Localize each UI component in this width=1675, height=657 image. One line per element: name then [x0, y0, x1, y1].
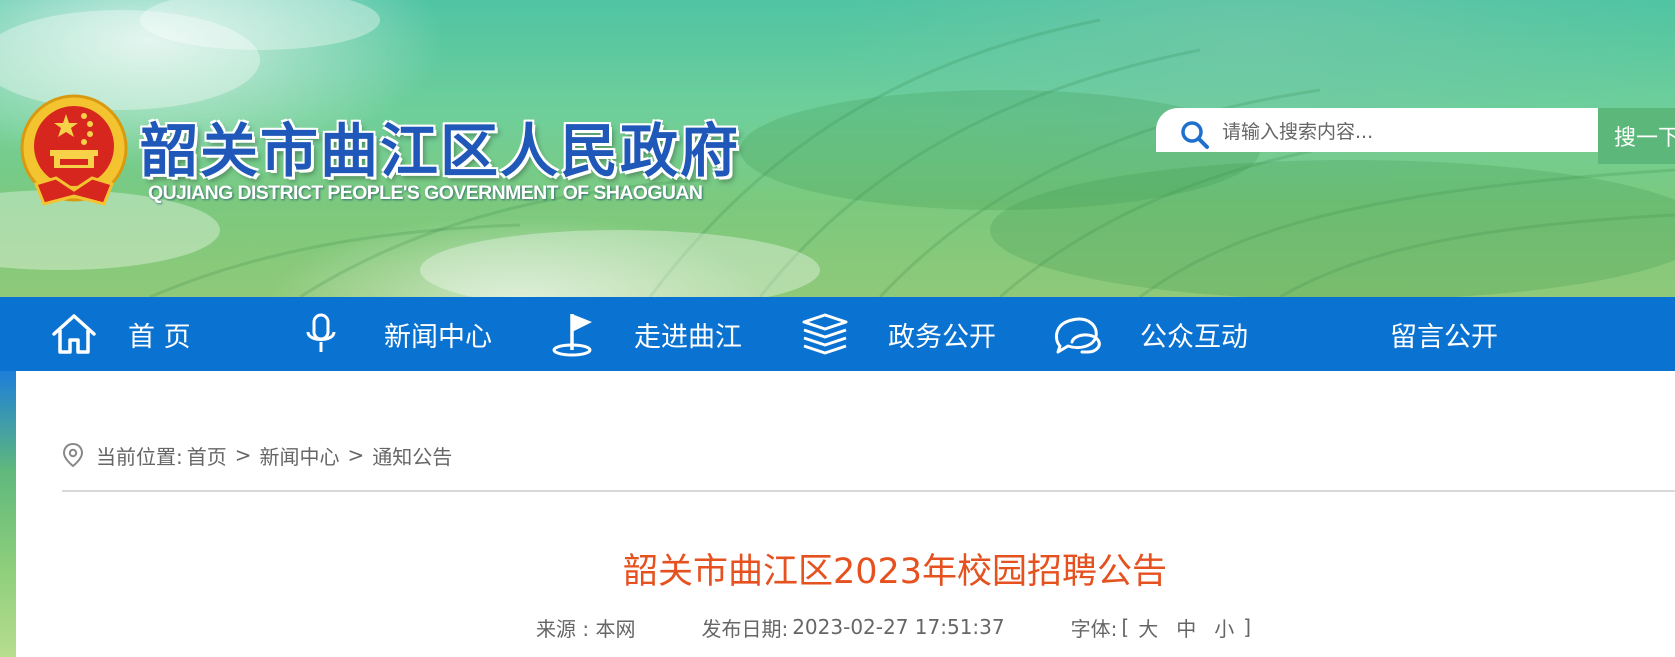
chat-bubbles-icon: [1054, 317, 1101, 354]
nav-item-gov-affairs[interactable]: 政务公开: [800, 297, 996, 371]
font-size-large-button[interactable]: 大: [1138, 613, 1158, 642]
font-size-label: 字体:: [1070, 616, 1118, 641]
search-box: [1156, 108, 1598, 152]
breadcrumb-divider: [62, 490, 1675, 492]
microphone-icon: [306, 313, 336, 352]
nav-item-about[interactable]: 走进曲江: [550, 297, 742, 371]
main-nav: 首 页 新闻中心 走进曲江 政务公开 公众互动 留言公开: [0, 297, 1675, 371]
nav-item-messages[interactable]: 留言公开: [1390, 297, 1498, 371]
nav-label-gov-affairs: 政务公开: [888, 321, 996, 353]
font-size-bracket-open: [: [1121, 615, 1130, 639]
nav-label-about: 走进曲江: [634, 321, 742, 353]
nav-label-interaction: 公众互动: [1140, 321, 1248, 353]
national-emblem-icon: [20, 94, 128, 206]
home-icon: [52, 314, 96, 354]
nav-item-news[interactable]: 新闻中心: [304, 297, 492, 371]
article-title: 韶关市曲江区2023年校园招聘公告: [622, 552, 1168, 592]
font-size-bracket-close: ]: [1243, 615, 1251, 639]
nav-label-home: 首 页: [128, 321, 191, 353]
font-size-small-button[interactable]: 小: [1214, 613, 1234, 642]
breadcrumb-notice-link[interactable]: 通知公告: [372, 441, 452, 470]
article-meta: 来源 : 本网 发布日期: 2023-02-27 17:51:37 字体: [ …: [536, 612, 1251, 642]
breadcrumb-prefix: 当前位置:: [96, 444, 183, 469]
search-icon: [1181, 121, 1209, 149]
publish-date-label: 发布日期:: [701, 616, 789, 641]
breadcrumb-separator: >: [347, 443, 365, 467]
search-button[interactable]: 搜一下: [1598, 108, 1675, 164]
font-size-medium-button[interactable]: 中: [1176, 613, 1196, 642]
breadcrumb: 当前位置: 首页 > 新闻中心 > 通知公告: [62, 440, 452, 470]
breadcrumb-home-link[interactable]: 首页: [187, 441, 227, 470]
site-subtitle: QUJIANG DISTRICT PEOPLE'S GOVERNMENT OF …: [148, 182, 703, 204]
nav-label-news: 新闻中心: [384, 321, 492, 353]
breadcrumb-news-link[interactable]: 新闻中心: [260, 441, 340, 470]
article-source: 来源 : 本网: [536, 616, 636, 641]
search-input[interactable]: [1220, 116, 1594, 148]
nav-item-interaction[interactable]: 公众互动: [1052, 297, 1248, 371]
nav-label-messages: 留言公开: [1390, 321, 1498, 353]
site-title: 韶关市曲江区人民政府: [140, 117, 741, 185]
location-pin-icon: [62, 442, 84, 468]
side-background-strip: [0, 371, 16, 657]
nav-item-home[interactable]: 首 页: [50, 297, 191, 371]
layers-icon: [802, 313, 848, 355]
flag-icon: [552, 314, 592, 357]
breadcrumb-separator: >: [234, 443, 252, 467]
publish-date: 2023-02-27 17:51:37: [792, 615, 1005, 639]
